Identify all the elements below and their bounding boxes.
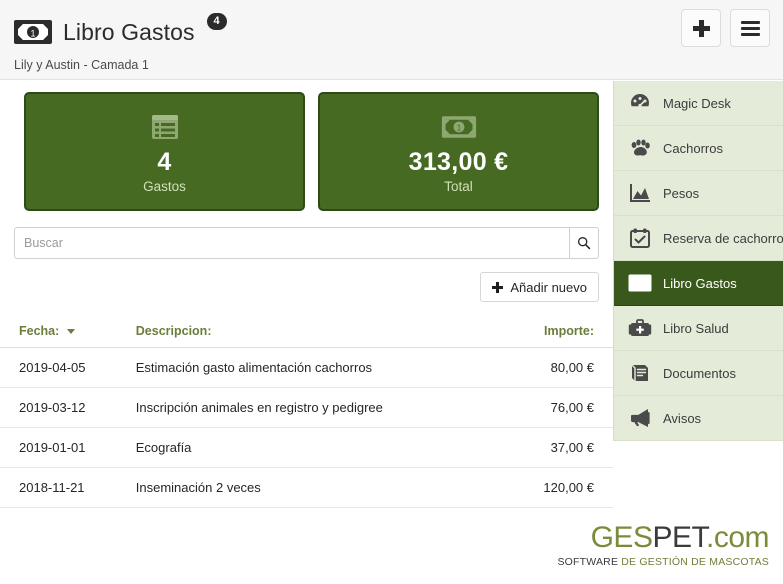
- add-button[interactable]: [681, 9, 721, 47]
- list-icon: [150, 110, 180, 144]
- sidebar-item-label: Cachorros: [663, 140, 723, 156]
- cell-importe: 37,00 €: [492, 427, 613, 468]
- logo-wordmark: GESPET.com: [557, 521, 770, 554]
- page-header: 1 Libro Gastos 4 Lily y Austin - Camada …: [0, 0, 783, 80]
- banknote-icon: 1: [13, 19, 53, 45]
- card-value: 4: [157, 147, 172, 176]
- main-content: 4 Gastos 1 313,00 € Total Buscar Añadir …: [0, 81, 613, 584]
- page-subtitle: Lily y Austin - Camada 1: [14, 58, 149, 72]
- cell-descripcion: Inseminación 2 veces: [135, 467, 493, 508]
- summary-cards: 4 Gastos 1 313,00 € Total: [0, 81, 613, 211]
- calendar-check-icon: [627, 225, 653, 251]
- cell-fecha: 2019-04-05: [0, 347, 136, 388]
- add-new-label: Añadir nuevo: [510, 279, 587, 295]
- sidebar-item-label: Libro Salud: [663, 320, 729, 336]
- banknote-icon: 1: [441, 110, 477, 144]
- add-row: Añadir nuevo: [0, 259, 613, 302]
- table-row[interactable]: 2018-11-21 Inseminación 2 veces 120,00 €: [0, 467, 613, 508]
- plus-icon: [692, 19, 710, 37]
- banknote-icon: 1: [627, 270, 653, 296]
- menu-button[interactable]: [730, 9, 770, 47]
- sidebar-item-libro-gastos[interactable]: 1 Libro Gastos: [614, 261, 783, 306]
- add-new-button[interactable]: Añadir nuevo: [480, 272, 599, 302]
- sidebar-item-documentos[interactable]: Documentos: [614, 351, 783, 396]
- sidebar-item-label: Magic Desk: [663, 95, 731, 111]
- paw-icon: [627, 135, 653, 161]
- sidebar-item-cachorros[interactable]: Cachorros: [614, 126, 783, 171]
- status-badge: 4: [206, 12, 227, 30]
- table-body: 2019-04-05 Estimación gasto alimentación …: [0, 347, 613, 508]
- cell-fecha: 2019-01-01: [0, 427, 136, 468]
- gespet-logo: GESPET.com SOFTWARE DE GESTIÓN DE MASCOT…: [557, 521, 770, 569]
- cell-fecha: 2019-03-12: [0, 387, 136, 428]
- table-row[interactable]: 2019-01-01 Ecografía 37,00 €: [0, 427, 613, 468]
- search-row: [0, 211, 613, 259]
- card-total[interactable]: 1 313,00 € Total: [318, 92, 599, 211]
- megaphone-icon: [627, 405, 653, 431]
- title-row: 1 Libro Gastos 4: [13, 12, 227, 52]
- cell-descripcion: Ecografía: [135, 427, 493, 468]
- page-title: Libro Gastos: [63, 18, 195, 45]
- card-value: 313,00 €: [408, 147, 509, 176]
- sidebar-item-label: Pesos: [663, 185, 700, 201]
- card-gastos[interactable]: 4 Gastos: [24, 92, 305, 211]
- column-header-importe[interactable]: Importe:: [492, 318, 613, 348]
- tagline-rest: DE GESTIÓN DE MASCOTAS: [621, 556, 769, 568]
- sidebar-item-pesos[interactable]: Pesos: [614, 171, 783, 216]
- svg-text:1: 1: [456, 123, 461, 132]
- sidebar-item-reserva-de-cachorros[interactable]: Reserva de cachorros: [614, 216, 783, 261]
- logo-ges: GES: [590, 521, 653, 554]
- column-header-fecha[interactable]: Fecha:: [0, 318, 136, 348]
- column-label: Fecha:: [19, 324, 60, 338]
- book-icon: [627, 360, 653, 386]
- search-icon: [578, 237, 591, 250]
- table-row[interactable]: 2019-03-12 Inscripción animales en regist…: [0, 387, 613, 428]
- hamburger-menu-icon: [740, 20, 760, 36]
- cell-fecha: 2018-11-21: [0, 467, 136, 508]
- cell-descripcion: Estimación gasto alimentación cachorros: [135, 347, 493, 388]
- sidebar-item-label: Libro Gastos: [663, 275, 737, 291]
- expenses-table: Fecha: Descripcion: Importe: 2019-04-05 E…: [0, 318, 613, 508]
- search-button[interactable]: [569, 227, 599, 259]
- sidebar-item-libro-salud[interactable]: Libro Salud: [614, 306, 783, 351]
- sidebar-nav: Magic Desk Cachorros Pesos Reserva de cacho…: [613, 81, 783, 441]
- cell-importe: 120,00 €: [492, 467, 613, 508]
- sidebar-item-label: Documentos: [663, 365, 736, 381]
- svg-text:1: 1: [30, 29, 35, 39]
- cell-importe: 76,00 €: [492, 387, 613, 428]
- sort-desc-icon: [66, 329, 75, 335]
- logo-pet: PET: [652, 521, 706, 554]
- tagline-software: SOFTWARE: [557, 556, 622, 568]
- header-actions: [681, 9, 770, 47]
- cell-descripcion: Inscripción animales en registro y pedig…: [135, 387, 493, 428]
- search-input[interactable]: [14, 227, 569, 259]
- logo-tagline: SOFTWARE DE GESTIÓN DE MASCOTAS: [557, 556, 769, 568]
- plus-icon: [492, 281, 504, 293]
- logo-com: .com: [705, 521, 770, 554]
- area-chart-icon: [627, 180, 653, 206]
- sidebar-item-label: Reserva de cachorros: [663, 230, 783, 246]
- app-root: 1 Libro Gastos 4 Lily y Austin - Camada …: [0, 0, 783, 584]
- card-label: Total: [444, 178, 473, 194]
- column-header-descripcion[interactable]: Descripcion:: [135, 318, 493, 348]
- card-label: Gastos: [143, 178, 186, 194]
- table-row[interactable]: 2019-04-05 Estimación gasto alimentación …: [0, 347, 613, 388]
- header-title-block: 1 Libro Gastos 4 Lily y Austin - Camada …: [13, 12, 227, 72]
- gauge-icon: [627, 90, 653, 116]
- cell-importe: 80,00 €: [492, 347, 613, 388]
- table-head: Fecha: Descripcion: Importe:: [0, 318, 613, 348]
- table-header-row: Fecha: Descripcion: Importe:: [0, 318, 613, 348]
- sidebar-item-avisos[interactable]: Avisos: [614, 396, 783, 441]
- sidebar-item-label: Avisos: [663, 410, 702, 426]
- sidebar-item-magic-desk[interactable]: Magic Desk: [614, 81, 783, 126]
- medical-bag-icon: [627, 315, 653, 341]
